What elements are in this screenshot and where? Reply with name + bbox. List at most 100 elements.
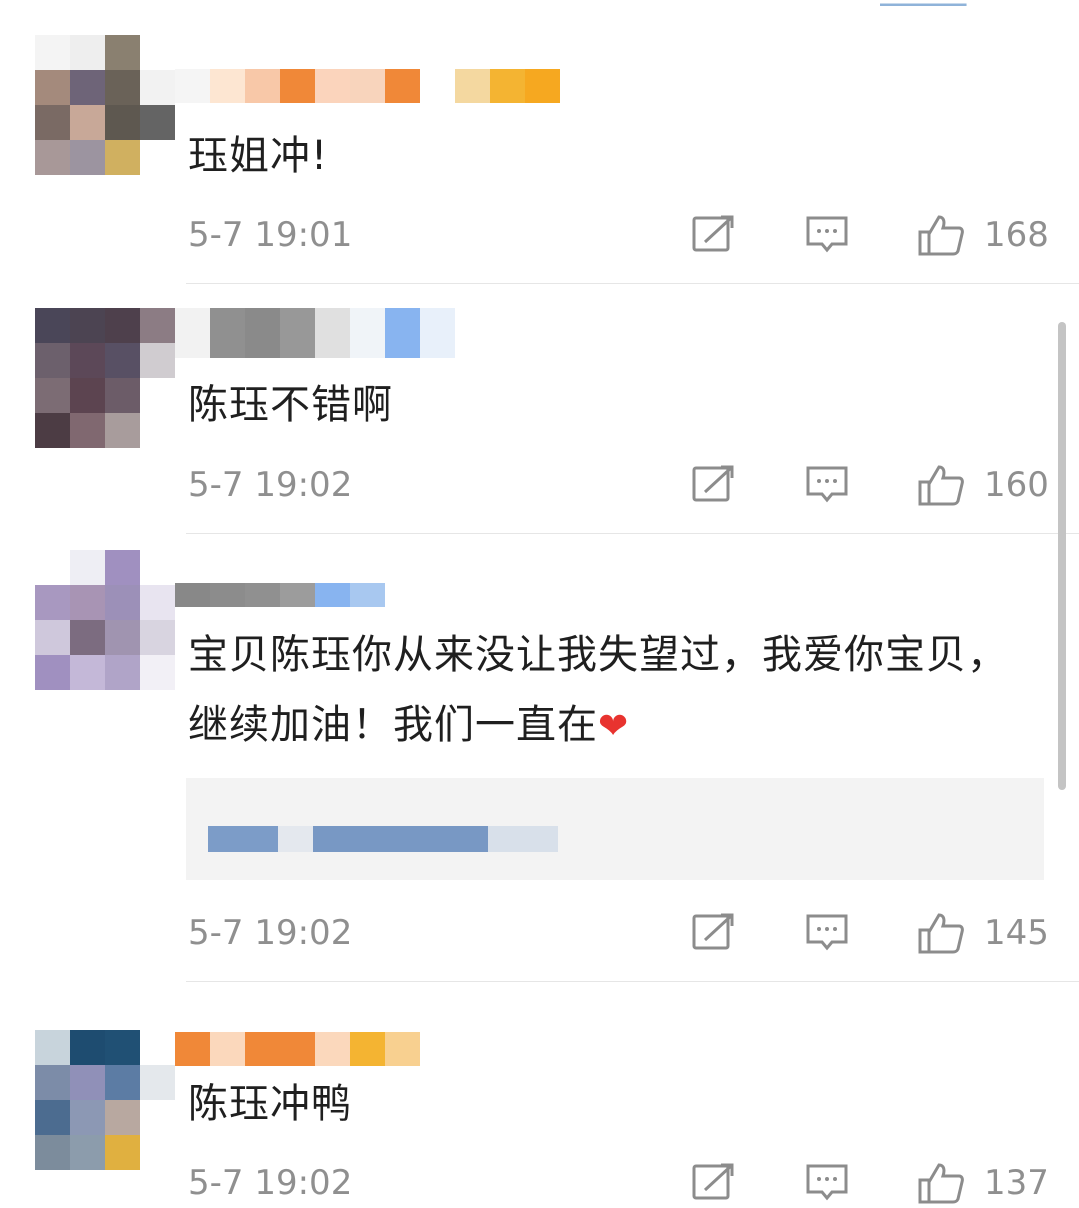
avatar-pixel	[140, 140, 175, 175]
comment-text: 珏姐冲!	[188, 133, 329, 179]
avatar-pixel	[105, 585, 140, 620]
username-pixel	[175, 69, 210, 103]
avatar-pixel	[140, 1030, 175, 1065]
divider	[186, 533, 1079, 534]
avatar-pixel	[140, 343, 175, 378]
username-pixel	[210, 583, 245, 607]
divider	[186, 981, 1079, 982]
username-pixel	[210, 1032, 245, 1066]
comment-meta: 5-7 19:02 160	[188, 460, 1049, 510]
username-pixel	[175, 1032, 210, 1066]
avatar-pixel	[35, 550, 70, 585]
reply-preview-box[interactable]	[186, 778, 1044, 880]
reply-username-pixel	[208, 826, 278, 852]
username-pixel	[210, 69, 245, 103]
username-blurred[interactable]	[175, 583, 385, 607]
avatar-pixel	[105, 655, 140, 690]
avatar-pixel	[70, 105, 105, 140]
username-pixel	[315, 69, 350, 103]
username-pixel	[420, 69, 455, 103]
like-count: 145	[984, 913, 1049, 953]
avatar-pixel	[35, 343, 70, 378]
avatar-pixel	[35, 35, 70, 70]
avatar-pixel	[140, 620, 175, 655]
avatar-pixel	[105, 35, 140, 70]
avatar-pixel	[105, 550, 140, 585]
avatar-pixel	[105, 1030, 140, 1065]
username-pixel	[490, 69, 525, 103]
forward-icon[interactable]	[691, 464, 737, 506]
username-pixel	[315, 583, 350, 607]
previous-section-fragment: ▂▂▂▂	[880, 0, 1050, 6]
forward-icon[interactable]	[691, 912, 737, 954]
avatar-pixel	[105, 308, 140, 343]
avatar-pixel	[105, 140, 140, 175]
avatar[interactable]	[35, 1030, 175, 1170]
avatar-pixel	[105, 1065, 140, 1100]
avatar-pixel	[70, 550, 105, 585]
username-blurred[interactable]	[175, 69, 560, 103]
avatar-pixel	[140, 35, 175, 70]
forward-icon[interactable]	[691, 1162, 737, 1204]
avatar-pixel	[35, 70, 70, 105]
avatar-pixel	[140, 105, 175, 140]
avatar-pixel	[70, 378, 105, 413]
forward-icon[interactable]	[691, 214, 737, 256]
avatar-pixel	[70, 620, 105, 655]
comment-icon[interactable]	[805, 214, 851, 256]
avatar-pixel	[140, 308, 175, 343]
comment-meta: 5-7 19:02 137	[188, 1158, 1049, 1208]
avatar-pixel	[70, 655, 105, 690]
avatar-pixel	[35, 1135, 70, 1170]
avatar-pixel	[105, 105, 140, 140]
avatar-pixel	[70, 1065, 105, 1100]
avatar-pixel	[70, 1135, 105, 1170]
username-pixel	[350, 583, 385, 607]
username-blurred[interactable]	[175, 1032, 420, 1066]
avatar-pixel	[70, 35, 105, 70]
avatar-pixel	[35, 308, 70, 343]
comment-icon[interactable]	[805, 912, 851, 954]
username-pixel	[245, 308, 280, 358]
avatar-pixel	[105, 378, 140, 413]
comment-time: 5-7 19:01	[188, 215, 353, 255]
username-pixel	[455, 69, 490, 103]
username-pixel	[280, 308, 315, 358]
avatar[interactable]	[35, 550, 175, 690]
avatar-pixel	[35, 655, 70, 690]
reply-username-pixel	[278, 826, 313, 852]
avatar-pixel	[140, 550, 175, 585]
username-pixel	[315, 308, 350, 358]
username-blurred[interactable]	[175, 308, 455, 358]
username-pixel	[175, 583, 210, 607]
like-icon[interactable]	[918, 214, 964, 256]
avatar-pixel	[70, 308, 105, 343]
avatar-pixel	[105, 70, 140, 105]
avatar-pixel	[35, 105, 70, 140]
avatar-pixel	[35, 620, 70, 655]
username-pixel	[350, 308, 385, 358]
username-pixel	[175, 308, 210, 358]
avatar-pixel	[105, 620, 140, 655]
username-pixel	[385, 1032, 420, 1066]
avatar-pixel	[35, 1030, 70, 1065]
like-count: 160	[984, 465, 1049, 505]
comment-time: 5-7 19:02	[188, 1163, 353, 1203]
reply-username-pixel	[313, 826, 488, 852]
comment-icon[interactable]	[805, 1162, 851, 1204]
comment-icon[interactable]	[805, 464, 851, 506]
avatar-pixel	[140, 413, 175, 448]
username-pixel	[280, 1032, 315, 1066]
avatar[interactable]	[35, 308, 175, 448]
avatar[interactable]	[35, 35, 175, 175]
avatar-pixel	[140, 655, 175, 690]
avatar-pixel	[140, 378, 175, 413]
avatar-pixel	[35, 413, 70, 448]
avatar-pixel	[35, 1100, 70, 1135]
username-pixel	[280, 69, 315, 103]
reply-username-pixel	[488, 826, 558, 852]
scrollbar[interactable]	[1058, 322, 1066, 790]
like-icon[interactable]	[918, 464, 964, 506]
like-icon[interactable]	[918, 912, 964, 954]
like-icon[interactable]	[918, 1162, 964, 1204]
